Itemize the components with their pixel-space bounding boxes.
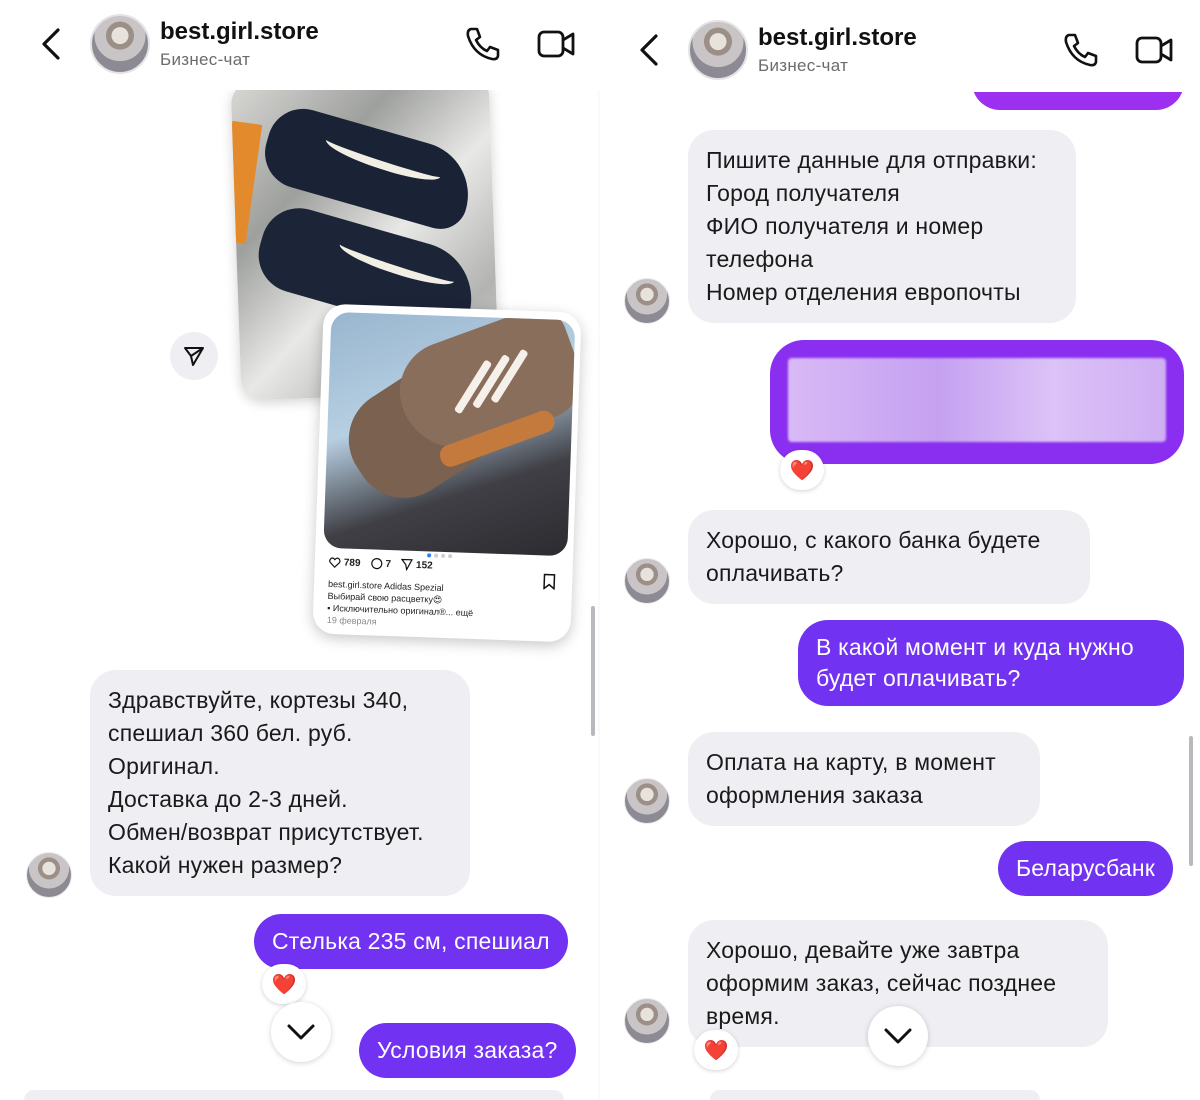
contact-name[interactable]: best.girl.store bbox=[160, 18, 319, 46]
message-line: Хорошо, с какого банка будете bbox=[706, 527, 1041, 553]
message-line: Какой нужен размер? bbox=[108, 852, 343, 878]
send-icon bbox=[184, 347, 204, 366]
message-line: телефона bbox=[706, 246, 814, 272]
message-line: Номер отделения европочты bbox=[706, 279, 1021, 305]
phone-icon[interactable] bbox=[462, 24, 502, 64]
comment-icon bbox=[370, 557, 383, 570]
back-arrow-icon[interactable] bbox=[636, 32, 664, 68]
message-text: Стелька 235 см, спешиал bbox=[272, 928, 550, 954]
outgoing-message[interactable]: В какой момент и куда нужно будет оплачи… bbox=[798, 620, 1184, 706]
contact-name[interactable]: best.girl.store bbox=[758, 24, 917, 52]
back-arrow-icon[interactable] bbox=[38, 26, 66, 62]
outgoing-message[interactable]: Стелька 235 см, спешиал bbox=[254, 914, 568, 969]
bookmark-icon[interactable] bbox=[542, 573, 557, 590]
message-line: Хорошо, девайте уже завтра bbox=[706, 937, 1020, 963]
scrollbar[interactable] bbox=[591, 606, 595, 736]
video-camera-icon[interactable] bbox=[1134, 30, 1174, 70]
message-line: Оплата на карту, в момент bbox=[706, 749, 996, 775]
message-line: Здравствуйте, кортезы 340, bbox=[108, 687, 409, 713]
chat-header: best.girl.store Бизнес-чат bbox=[0, 0, 600, 90]
message-line: ФИО получателя и номер bbox=[706, 213, 984, 239]
message-line: Оригинал. bbox=[108, 753, 220, 779]
heart-reaction[interactable]: ❤️ bbox=[694, 1030, 738, 1070]
share-count[interactable]: 152 bbox=[400, 558, 433, 572]
heart-icon: ❤️ bbox=[703, 1039, 729, 1062]
heart-reaction[interactable]: ❤️ bbox=[780, 450, 824, 490]
incoming-message[interactable]: Здравствуйте, кортезы 340, спешиал 360 б… bbox=[90, 670, 470, 896]
sender-avatar[interactable] bbox=[624, 558, 670, 604]
incoming-message[interactable]: Оплата на карту, в момент оформления зак… bbox=[688, 732, 1040, 826]
outgoing-message[interactable]: Беларусбанк bbox=[998, 841, 1174, 896]
likes-value: 789 bbox=[343, 556, 361, 569]
message-line: спешиал 360 бел. руб. bbox=[108, 720, 353, 746]
message-line: Обмен/возврат присутствует. bbox=[108, 819, 424, 845]
carousel-dots bbox=[427, 553, 453, 559]
message-text: Беларусбанк bbox=[1016, 855, 1156, 881]
share-post-button[interactable] bbox=[170, 332, 218, 380]
message-line: Доставка до 2-3 дней. bbox=[108, 786, 348, 812]
shoebox-edge bbox=[230, 120, 263, 244]
right-chat-panel: best.girl.store Бизнес-чат Пишите данные… bbox=[600, 0, 1200, 1100]
phone-icon[interactable] bbox=[1060, 30, 1100, 70]
message-line: В какой момент и куда нужно bbox=[816, 634, 1134, 660]
message-line: оформим заказ, сейчас позднее bbox=[706, 970, 1057, 996]
video-camera-icon[interactable] bbox=[536, 24, 576, 64]
shared-post-photo-spezial bbox=[323, 311, 576, 557]
comments-value: 7 bbox=[385, 558, 392, 570]
next-message-peek bbox=[24, 1090, 564, 1100]
scrollbar[interactable] bbox=[1189, 736, 1193, 866]
redacted-content bbox=[788, 358, 1166, 442]
post-stats: 789 7 152 bbox=[329, 556, 433, 572]
contact-subtitle: Бизнес-чат bbox=[160, 50, 251, 69]
message-line: оформления заказа bbox=[706, 782, 923, 808]
message-line: оплачивать? bbox=[706, 560, 844, 586]
heart-icon: ❤️ bbox=[789, 459, 815, 482]
scroll-to-bottom-button[interactable] bbox=[271, 1002, 331, 1062]
incoming-message[interactable]: Пишите данные для отправки: Город получа… bbox=[688, 130, 1076, 323]
left-chat-panel: best.girl.store Бизнес-чат 789 7 152 bes… bbox=[0, 0, 600, 1100]
message-line: будет оплачивать? bbox=[816, 665, 1021, 691]
avatar[interactable] bbox=[90, 14, 150, 74]
incoming-message[interactable]: Хорошо, с какого банка будете оплачивать… bbox=[688, 510, 1090, 604]
chevron-down-icon bbox=[287, 1024, 315, 1040]
shared-post-card[interactable]: 789 7 152 best.girl.store Adidas Spezial… bbox=[312, 303, 582, 643]
send-icon bbox=[400, 558, 414, 571]
outgoing-message-blurred[interactable] bbox=[770, 340, 1184, 464]
message-line: Пишите данные для отправки: bbox=[706, 147, 1037, 173]
sender-avatar[interactable] bbox=[624, 778, 670, 824]
chat-header: best.girl.store Бизнес-чат bbox=[600, 0, 1200, 92]
chevron-down-icon bbox=[884, 1028, 912, 1044]
sender-avatar[interactable] bbox=[624, 998, 670, 1044]
outgoing-message[interactable]: Условия заказа? bbox=[359, 1023, 576, 1078]
like-count[interactable]: 789 bbox=[329, 556, 361, 569]
message-line: Город получателя bbox=[706, 180, 900, 206]
contact-subtitle: Бизнес-чат bbox=[758, 56, 849, 75]
heart-icon: ❤️ bbox=[271, 973, 297, 996]
scroll-to-bottom-button[interactable] bbox=[868, 1006, 928, 1066]
post-caption: best.girl.store Adidas Spezial Выбирай с… bbox=[327, 578, 529, 633]
avatar[interactable] bbox=[688, 20, 748, 80]
next-message-peek bbox=[710, 1090, 1040, 1100]
sender-avatar[interactable] bbox=[26, 852, 72, 898]
message-text: Условия заказа? bbox=[377, 1037, 558, 1063]
comment-count[interactable]: 7 bbox=[370, 557, 391, 570]
sender-avatar[interactable] bbox=[624, 278, 670, 324]
shares-value: 152 bbox=[415, 559, 433, 572]
heart-outline-icon bbox=[329, 556, 341, 568]
heart-reaction[interactable]: ❤️ bbox=[262, 964, 306, 1004]
